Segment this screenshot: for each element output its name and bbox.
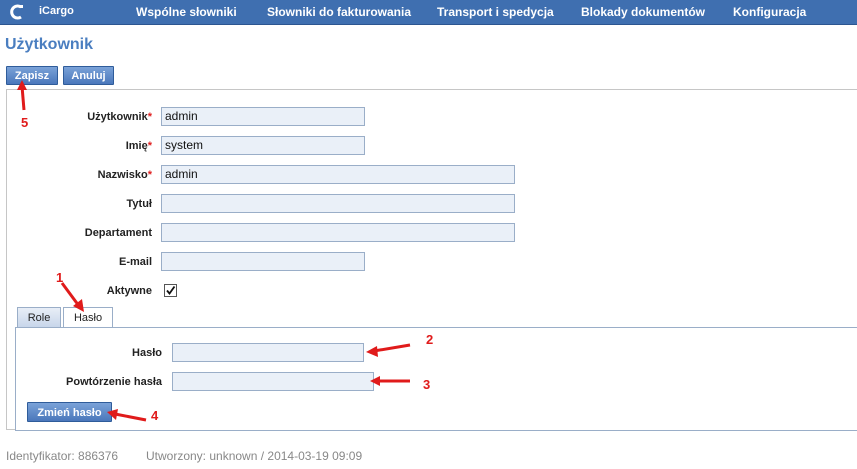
annotation-number-2: 2 — [426, 332, 434, 347]
annotation-arrows — [17, 80, 411, 422]
annotation-number-1: 1 — [56, 270, 64, 285]
annotation-number-4: 4 — [151, 408, 159, 423]
annotation-arrow-4 — [114, 412, 147, 422]
annotation-number-3: 3 — [423, 377, 431, 392]
annotation-arrow-1 — [60, 282, 81, 307]
annotation-arrow-2 — [373, 343, 411, 353]
annotation-number-5: 5 — [21, 115, 29, 130]
